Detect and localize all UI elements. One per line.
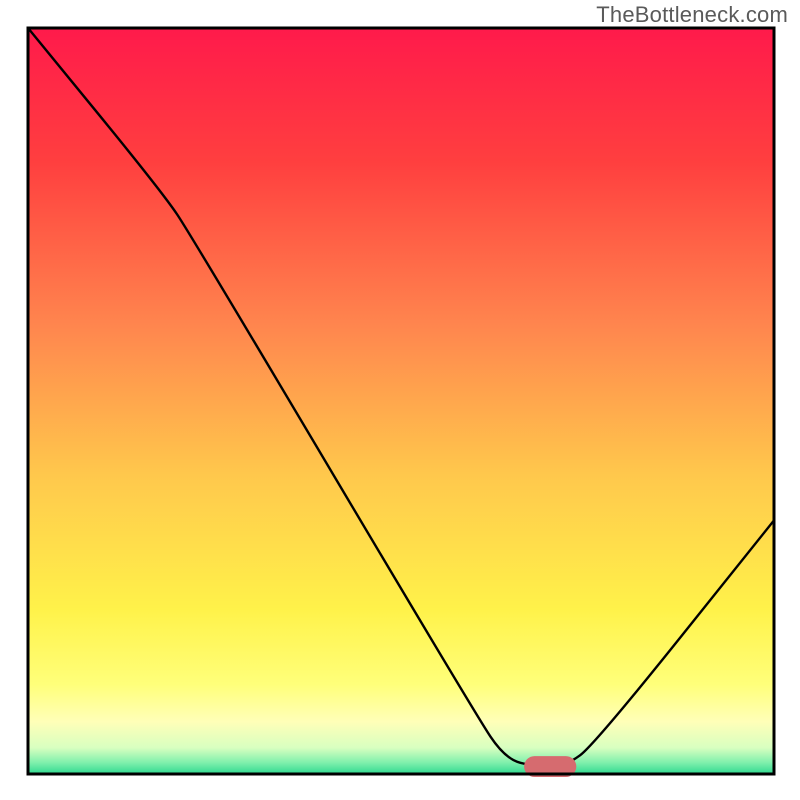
gradient-background xyxy=(28,28,774,774)
watermark-text: TheBottleneck.com xyxy=(596,2,788,28)
bottleneck-chart xyxy=(0,0,800,800)
chart-container: TheBottleneck.com xyxy=(0,0,800,800)
